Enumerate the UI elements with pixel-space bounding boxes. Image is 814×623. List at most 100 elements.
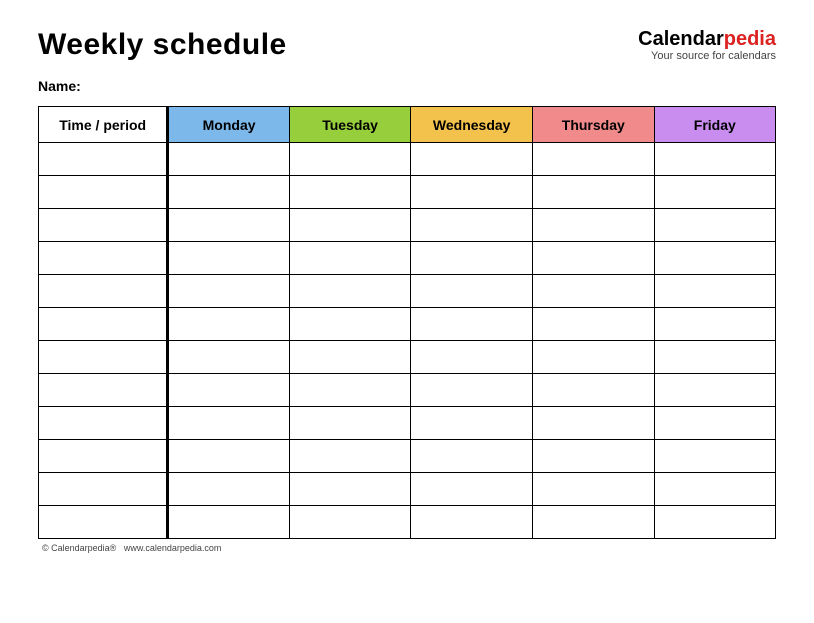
schedule-cell[interactable] [654, 374, 775, 407]
schedule-cell[interactable] [289, 407, 411, 440]
schedule-cell[interactable] [289, 176, 411, 209]
time-cell[interactable] [39, 176, 168, 209]
schedule-cell[interactable] [654, 506, 775, 539]
day-header-monday: Monday [168, 107, 289, 143]
schedule-cell[interactable] [411, 506, 533, 539]
schedule-body [39, 143, 776, 539]
schedule-cell[interactable] [168, 176, 289, 209]
time-cell[interactable] [39, 209, 168, 242]
schedule-cell[interactable] [411, 440, 533, 473]
table-row [39, 374, 776, 407]
time-cell[interactable] [39, 440, 168, 473]
table-row [39, 473, 776, 506]
schedule-cell[interactable] [289, 440, 411, 473]
schedule-cell[interactable] [533, 506, 655, 539]
schedule-cell[interactable] [654, 143, 775, 176]
time-cell[interactable] [39, 341, 168, 374]
footer-url: www.calendarpedia.com [124, 543, 222, 553]
schedule-cell[interactable] [289, 506, 411, 539]
schedule-cell[interactable] [289, 308, 411, 341]
table-row [39, 407, 776, 440]
table-row [39, 176, 776, 209]
schedule-cell[interactable] [533, 308, 655, 341]
day-header-wednesday: Wednesday [411, 107, 533, 143]
schedule-cell[interactable] [533, 407, 655, 440]
table-row [39, 341, 776, 374]
brand-part2: pedia [724, 28, 776, 50]
day-header-friday: Friday [654, 107, 775, 143]
schedule-cell[interactable] [654, 242, 775, 275]
time-cell[interactable] [39, 275, 168, 308]
schedule-cell[interactable] [411, 374, 533, 407]
schedule-cell[interactable] [654, 209, 775, 242]
time-cell[interactable] [39, 308, 168, 341]
brand-logo: Calendarpedia Your source for calendars [638, 28, 776, 62]
schedule-cell[interactable] [654, 176, 775, 209]
schedule-cell[interactable] [411, 275, 533, 308]
schedule-cell[interactable] [168, 374, 289, 407]
time-cell[interactable] [39, 407, 168, 440]
time-cell[interactable] [39, 374, 168, 407]
schedule-cell[interactable] [654, 473, 775, 506]
schedule-cell[interactable] [168, 275, 289, 308]
schedule-cell[interactable] [168, 440, 289, 473]
schedule-cell[interactable] [411, 242, 533, 275]
schedule-cell[interactable] [289, 341, 411, 374]
schedule-cell[interactable] [411, 407, 533, 440]
schedule-cell[interactable] [411, 341, 533, 374]
table-row [39, 143, 776, 176]
schedule-cell[interactable] [533, 440, 655, 473]
time-cell[interactable] [39, 473, 168, 506]
table-row [39, 308, 776, 341]
schedule-cell[interactable] [168, 308, 289, 341]
brand-part1: Calendar [638, 28, 724, 50]
schedule-cell[interactable] [168, 473, 289, 506]
schedule-cell[interactable] [289, 143, 411, 176]
footer-copyright: © Calendarpedia® [42, 543, 116, 553]
schedule-cell[interactable] [533, 341, 655, 374]
schedule-cell[interactable] [289, 209, 411, 242]
schedule-cell[interactable] [654, 407, 775, 440]
brand-tagline: Your source for calendars [638, 50, 776, 62]
schedule-cell[interactable] [654, 308, 775, 341]
schedule-cell[interactable] [289, 374, 411, 407]
table-row [39, 440, 776, 473]
schedule-cell[interactable] [168, 341, 289, 374]
day-header-tuesday: Tuesday [289, 107, 411, 143]
name-label: Name: [38, 78, 776, 94]
page-title: Weekly schedule [38, 28, 287, 62]
schedule-cell[interactable] [654, 440, 775, 473]
schedule-cell[interactable] [533, 473, 655, 506]
schedule-cell[interactable] [289, 242, 411, 275]
schedule-cell[interactable] [654, 275, 775, 308]
schedule-cell[interactable] [168, 242, 289, 275]
schedule-cell[interactable] [533, 275, 655, 308]
schedule-cell[interactable] [289, 473, 411, 506]
time-cell[interactable] [39, 506, 168, 539]
schedule-cell[interactable] [533, 176, 655, 209]
time-header: Time / period [39, 107, 168, 143]
table-row [39, 242, 776, 275]
table-row [39, 506, 776, 539]
time-cell[interactable] [39, 143, 168, 176]
schedule-cell[interactable] [168, 506, 289, 539]
schedule-cell[interactable] [411, 308, 533, 341]
schedule-cell[interactable] [533, 143, 655, 176]
schedule-cell[interactable] [654, 341, 775, 374]
schedule-cell[interactable] [411, 176, 533, 209]
time-cell[interactable] [39, 242, 168, 275]
schedule-cell[interactable] [411, 473, 533, 506]
schedule-cell[interactable] [168, 143, 289, 176]
schedule-cell[interactable] [289, 275, 411, 308]
schedule-cell[interactable] [168, 209, 289, 242]
schedule-cell[interactable] [411, 209, 533, 242]
footer: © Calendarpedia® www.calendarpedia.com [38, 543, 776, 553]
schedule-cell[interactable] [533, 374, 655, 407]
day-header-thursday: Thursday [533, 107, 655, 143]
schedule-cell[interactable] [533, 242, 655, 275]
schedule-cell[interactable] [411, 143, 533, 176]
schedule-cell[interactable] [168, 407, 289, 440]
table-row [39, 275, 776, 308]
schedule-cell[interactable] [533, 209, 655, 242]
schedule-table: Time / period Monday Tuesday Wednesday T… [38, 106, 776, 539]
